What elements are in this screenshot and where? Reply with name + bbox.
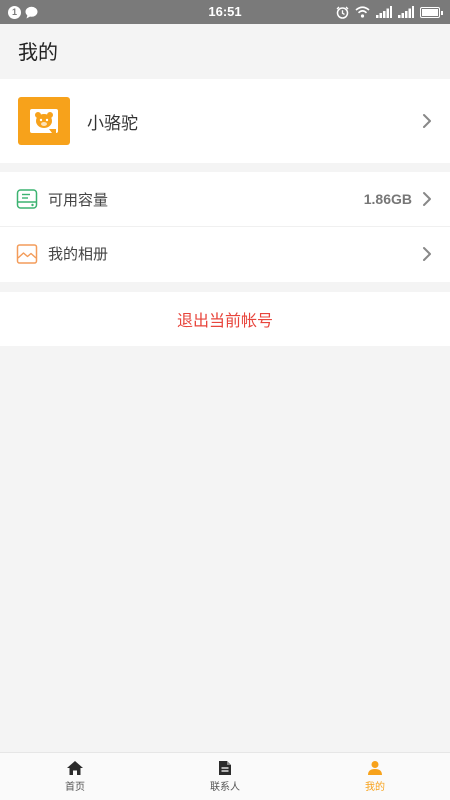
status-bar: 1 16:51 [0, 0, 450, 24]
storage-row[interactable]: 可用容量 1.86GB [0, 172, 450, 226]
alarm-icon [336, 6, 349, 19]
home-icon [67, 761, 83, 775]
tab-home-label: 首页 [65, 782, 85, 793]
signal-icon [398, 6, 414, 18]
signal-icon [376, 6, 392, 18]
status-bar-right [336, 6, 443, 19]
album-icon [16, 243, 38, 265]
person-icon [368, 761, 382, 775]
notification-badge: 1 [8, 5, 21, 19]
storage-value: 1.86GB [363, 191, 412, 207]
page-title: 我的 [18, 39, 58, 64]
tab-contacts-label: 联系人 [210, 782, 240, 793]
chevron-right-icon [423, 246, 431, 261]
bottom-tab-bar: 首页 联系人 我的 [0, 752, 450, 800]
logout-button[interactable]: 退出当前帐号 [0, 292, 450, 346]
profile-name: 小骆驼 [87, 113, 138, 134]
tab-home[interactable]: 首页 [0, 753, 150, 800]
album-label: 我的相册 [48, 245, 109, 263]
avatar [18, 97, 70, 145]
chevron-right-icon [423, 192, 431, 206]
tab-mine[interactable]: 我的 [300, 753, 450, 800]
storage-icon [16, 188, 38, 210]
chevron-right-icon [423, 114, 431, 128]
tab-contacts[interactable]: 联系人 [150, 753, 300, 800]
profile-card[interactable]: 小骆驼 [0, 79, 450, 163]
chat-bubble-icon [25, 6, 38, 18]
album-row[interactable]: 我的相册 [0, 226, 450, 280]
document-icon [219, 761, 231, 775]
logout-label: 退出当前帐号 [176, 311, 273, 330]
storage-label: 可用容量 [48, 190, 109, 209]
status-bar-left: 1 [8, 5, 38, 19]
battery-icon [420, 6, 443, 18]
bear-avatar-icon [30, 109, 58, 133]
settings-list: 可用容量 1.86GB 我的相册 [0, 172, 450, 282]
tab-mine-label: 我的 [365, 782, 385, 793]
wifi-icon [355, 6, 370, 18]
